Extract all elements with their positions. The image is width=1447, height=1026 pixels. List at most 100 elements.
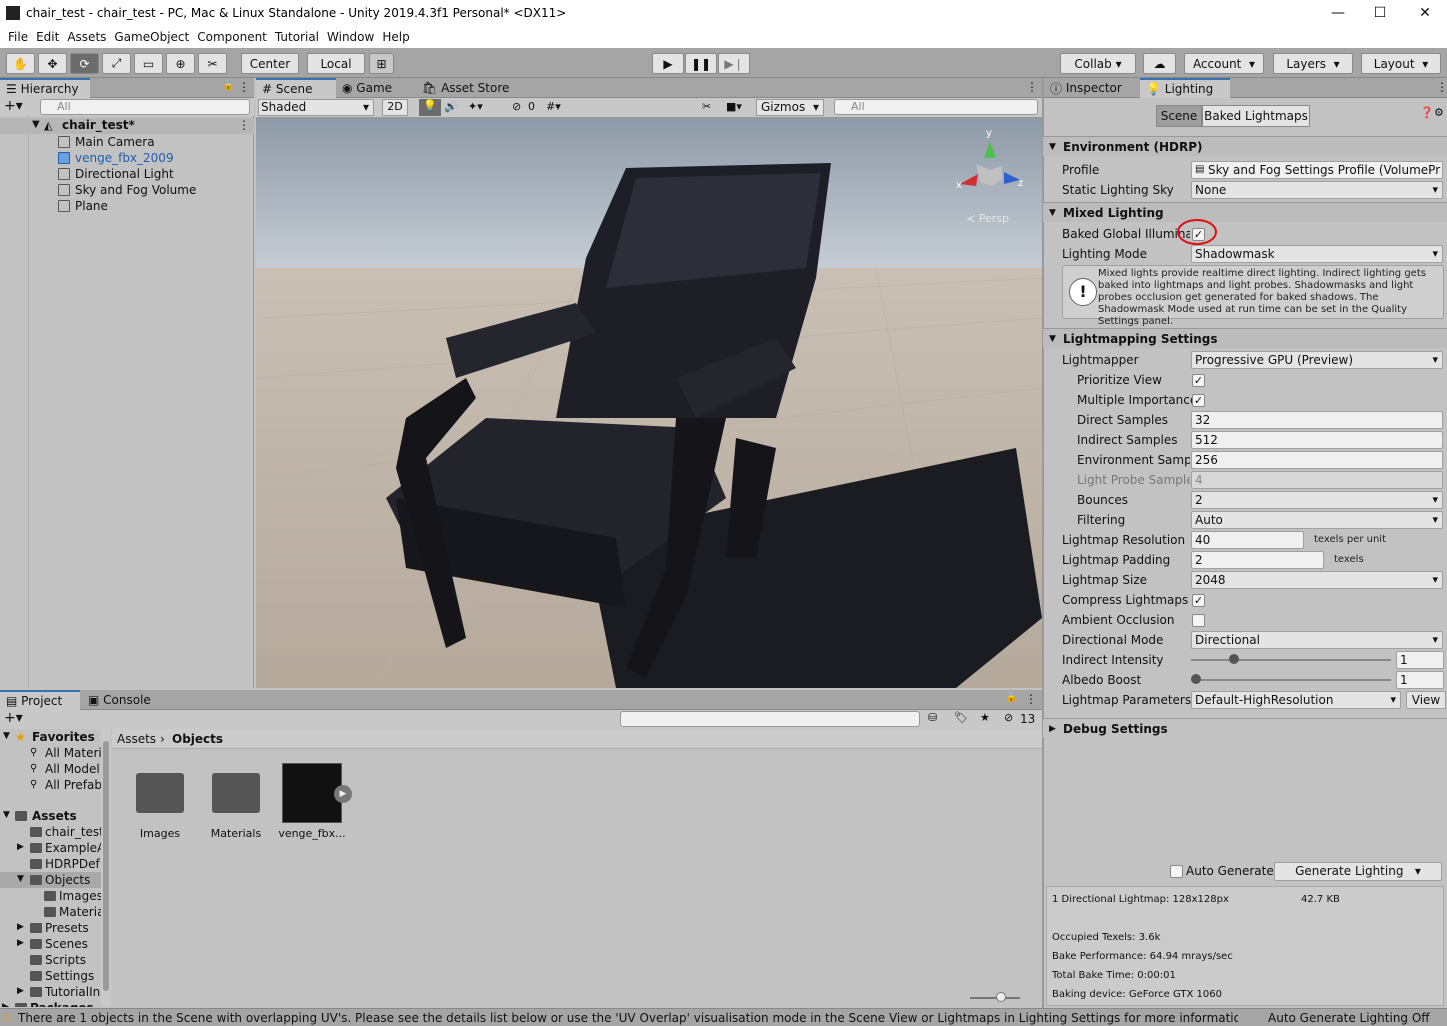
- gizmos-dropdown[interactable]: Gizmos ▾: [756, 99, 824, 116]
- pause-button[interactable]: ❚❚: [685, 53, 717, 74]
- asset-folder-item[interactable]: TutorialIn: [45, 984, 100, 1000]
- menu-tutorial[interactable]: Tutorial: [275, 30, 319, 44]
- tab-game[interactable]: ◉ Game: [336, 78, 416, 98]
- project-lock-icon[interactable]: 🔒: [1005, 692, 1017, 703]
- hidden-objects-icon[interactable]: ⊘: [512, 100, 521, 113]
- model-thumbnail[interactable]: [282, 763, 342, 823]
- asset-folder-item[interactable]: Presets: [45, 920, 89, 936]
- project-tree-scrollbar[interactable]: [101, 729, 111, 1007]
- albedo-boost-thumb[interactable]: [1191, 674, 1201, 684]
- generate-lighting-button[interactable]: Generate Lighting ▾: [1274, 862, 1442, 881]
- camera-icon[interactable]: ■▾: [726, 100, 742, 113]
- indirect-intensity-thumb[interactable]: [1229, 654, 1239, 664]
- menu-assets[interactable]: Assets: [67, 30, 106, 44]
- settings-gear-icon[interactable]: ⚙: [1434, 106, 1444, 119]
- subtab-baked-lightmaps[interactable]: Baked Lightmaps: [1202, 105, 1310, 127]
- prioritize-view-checkbox[interactable]: ✓: [1192, 374, 1205, 387]
- menu-window[interactable]: Window: [327, 30, 374, 44]
- step-button[interactable]: ▶❘: [718, 53, 750, 74]
- scene-view[interactable]: y x z ≺ Persp: [256, 118, 1042, 688]
- ambient-occlusion-checkbox[interactable]: [1192, 614, 1205, 627]
- asset-folder-item[interactable]: Images: [59, 888, 103, 904]
- tree-expand-icon[interactable]: ▶: [17, 938, 24, 948]
- hierarchy-search-input[interactable]: All: [40, 99, 250, 115]
- asset-name[interactable]: Images: [132, 827, 188, 840]
- hierarchy-item[interactable]: Plane: [75, 198, 108, 214]
- folder-icon[interactable]: [212, 773, 260, 813]
- minimize-button[interactable]: —: [1315, 0, 1361, 26]
- perspective-label[interactable]: ≺ Persp: [966, 212, 1009, 225]
- section-environment[interactable]: ▼ Environment (HDRP): [1043, 136, 1447, 156]
- directional-mode-dropdown[interactable]: Directional: [1191, 631, 1443, 649]
- hierarchy-item[interactable]: Main Camera: [75, 134, 155, 150]
- compress-lightmaps-checkbox[interactable]: ✓: [1192, 594, 1205, 607]
- menu-edit[interactable]: Edit: [36, 30, 59, 44]
- favorites-label[interactable]: Favorites: [32, 729, 95, 745]
- audio-toggle-icon[interactable]: 🔊: [444, 100, 458, 113]
- auto-generate-checkbox[interactable]: [1170, 865, 1183, 878]
- lightmap-params-dropdown[interactable]: Default-HighResolution: [1191, 691, 1401, 709]
- menu-file[interactable]: File: [8, 30, 28, 44]
- favorite-star-icon[interactable]: ★: [980, 711, 990, 724]
- asset-name[interactable]: venge_fbx...: [276, 827, 348, 840]
- project-search-input[interactable]: [620, 711, 920, 727]
- lightmap-resolution-field[interactable]: 40: [1191, 531, 1304, 549]
- asset-folder-item[interactable]: Scenes: [45, 936, 88, 952]
- rect-tool-icon[interactable]: ▭: [134, 53, 163, 74]
- breadcrumb-objects[interactable]: Objects: [172, 732, 223, 746]
- tree-expand-icon[interactable]: ▶: [17, 986, 24, 996]
- hidden-packages-icon[interactable]: ⊘: [1004, 711, 1013, 724]
- section-mixed-lighting[interactable]: ▼ Mixed Lighting: [1043, 202, 1447, 222]
- move-tool-icon[interactable]: ✥: [38, 53, 67, 74]
- breadcrumb-assets[interactable]: Assets: [117, 732, 156, 746]
- environment-samples-field[interactable]: 256: [1191, 451, 1443, 469]
- play-button[interactable]: ▶: [652, 53, 684, 74]
- layers-dropdown[interactable]: Layers ▾: [1273, 53, 1353, 74]
- tab-inspector[interactable]: ⓘ Inspector: [1044, 78, 1136, 98]
- pivot-local-button[interactable]: Local: [307, 53, 365, 74]
- status-bar[interactable]: ⚠ There are 1 objects in the Scene with …: [0, 1008, 1447, 1026]
- expand-arrow-icon[interactable]: ▼: [32, 119, 40, 130]
- tools-icon[interactable]: ✂: [702, 100, 711, 113]
- close-button[interactable]: ✕: [1402, 0, 1447, 26]
- albedo-boost-slider[interactable]: [1191, 679, 1391, 681]
- assets-expand-icon[interactable]: ▼: [3, 810, 10, 820]
- hierarchy-item[interactable]: Sky and Fog Volume: [75, 182, 196, 198]
- zoom-slider[interactable]: [970, 997, 1020, 999]
- asset-folder-item[interactable]: Materia: [59, 904, 104, 920]
- filter-label-icon[interactable]: 🏷: [954, 711, 968, 724]
- asset-folder-item[interactable]: Objects: [45, 872, 90, 888]
- favorites-expand-icon[interactable]: ▼: [3, 731, 10, 741]
- scale-tool-icon[interactable]: ⤢: [102, 53, 131, 74]
- profile-object-field[interactable]: ▤ Sky and Fog Settings Profile (VolumePr: [1191, 161, 1443, 179]
- account-dropdown[interactable]: Account ▾: [1184, 53, 1264, 74]
- add-icon[interactable]: +▾: [4, 98, 23, 114]
- hand-tool-icon[interactable]: ✋: [6, 53, 35, 74]
- asset-folder-item[interactable]: Scripts: [45, 952, 86, 968]
- toggle-2d-button[interactable]: 2D: [382, 99, 408, 116]
- snap-icon[interactable]: ⊞: [369, 53, 394, 74]
- filter-type-icon[interactable]: ⛁: [928, 711, 937, 724]
- filtering-dropdown[interactable]: Auto: [1191, 511, 1443, 529]
- help-icon[interactable]: ❓: [1420, 106, 1434, 119]
- tree-expand-icon[interactable]: ▼: [17, 874, 24, 884]
- layout-dropdown[interactable]: Layout ▾: [1361, 53, 1441, 74]
- tree-expand-icon[interactable]: ▶: [17, 842, 24, 852]
- rotate-tool-icon[interactable]: ⟳: [70, 53, 99, 74]
- scrollbar-thumb[interactable]: [103, 741, 109, 991]
- more-menu-icon[interactable]: ⋮: [238, 80, 250, 94]
- scene-menu-icon[interactable]: ⋮: [238, 118, 250, 132]
- direct-samples-field[interactable]: 32: [1191, 411, 1443, 429]
- project-more-icon[interactable]: ⋮: [1025, 692, 1037, 706]
- hierarchy-item[interactable]: Directional Light: [75, 166, 174, 182]
- lighting-toggle-icon[interactable]: 💡: [419, 99, 441, 116]
- asset-folder-item[interactable]: Packages: [30, 1000, 94, 1007]
- scene-more-icon[interactable]: ⋮: [1026, 80, 1038, 94]
- collab-button[interactable]: Collab ▾: [1060, 53, 1136, 74]
- indirect-intensity-slider[interactable]: [1191, 659, 1391, 661]
- tab-lighting[interactable]: 💡 Lighting: [1140, 78, 1230, 98]
- favorite-item[interactable]: All Model: [45, 761, 100, 777]
- favorite-item[interactable]: All Materi: [45, 745, 102, 761]
- tab-scene[interactable]: # Scene: [256, 78, 336, 98]
- asset-folder-item[interactable]: HDRPDef: [45, 856, 100, 872]
